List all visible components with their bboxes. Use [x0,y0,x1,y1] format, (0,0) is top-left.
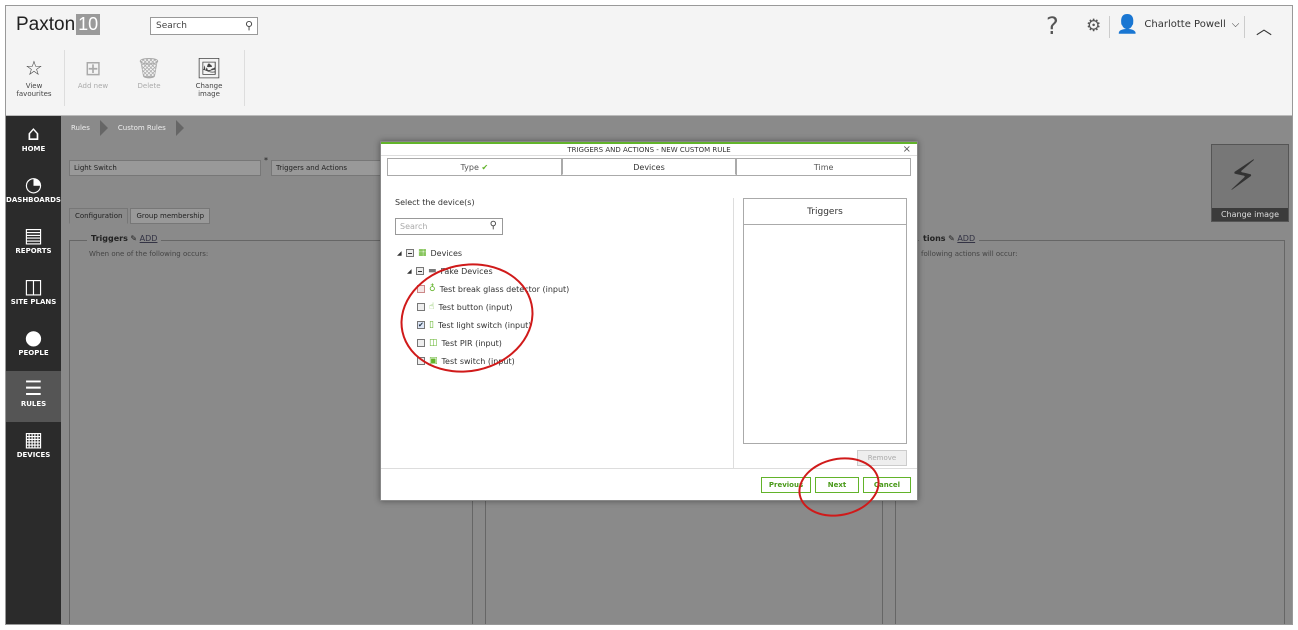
sidebar: ⌂ HOME ◔ DASHBOARDS ▤ REPORTS ◫ SITE PLANS ●… [6,116,61,624]
wizard-tabs: Type ✔ Devices Time [387,158,912,176]
tab-configuration[interactable]: Configuration [69,208,129,224]
delete-button[interactable]: 🗑 Delete [124,56,174,90]
tab-devices[interactable]: Devices [561,158,737,175]
tab-group-membership[interactable]: Group membership [130,208,211,224]
breadcrumb-custom-rules[interactable]: Custom Rules [108,124,176,132]
devices-icon: ▦ [24,427,43,451]
home-icon: ⌂ [27,121,40,145]
breadcrumb-arrow [175,120,184,136]
breadcrumb-arrow [99,120,108,136]
tree-node-devices[interactable]: ◢ ▦ Devices [397,244,569,262]
expand-triangle-icon[interactable]: ◢ [397,250,406,257]
add-grid-icon: ⊞ [84,56,102,80]
search-icon: ⚲ [489,220,497,231]
triggers-list-header: Triggers [744,199,906,225]
sidebar-item-rules[interactable]: ☰ RULES [6,371,61,422]
trash-icon: 🗑 [136,56,162,80]
rule-name-input[interactable]: Light Switch [69,160,261,176]
dialog-divider [733,198,734,468]
header-divider [1244,16,1245,38]
breadcrumb-rules[interactable]: Rules [61,124,100,132]
change-image-button[interactable]: 🖼 Change image [184,56,234,98]
settings-gears-icon[interactable]: ⚙ [1086,16,1101,36]
view-favourites-button[interactable]: ☆ View favourites [9,56,59,98]
collapse-chevron-up-icon[interactable]: ︿ [1256,15,1272,39]
report-icon: ▤ [24,223,43,247]
close-icon[interactable]: × [903,144,911,155]
gauge-icon: ◔ [24,172,43,196]
sidebar-item-home[interactable]: ⌂ HOME [6,116,61,167]
user-menu[interactable]: 👤 Charlotte Powell ⌵ [1116,14,1239,35]
user-name: Charlotte Powell [1144,19,1226,30]
toolbar: ☆ View favourites ⊞ Add new 🗑 Delete 🖼 C… [6,44,1292,116]
rule-image[interactable]: ⚡ Change image [1211,144,1289,222]
chevron-down-icon: ⌵ [1231,19,1240,30]
tab-type[interactable]: Type ✔ [387,158,562,175]
form-tabs: Configuration Group membership [69,208,212,224]
triggers-subtitle: When one of the following occurs: [89,250,209,258]
triggers-add-link[interactable]: ADD [140,234,158,243]
pencil-icon: ✎ [948,234,955,243]
checkmark-icon: ✔ [481,163,489,172]
toolbar-divider [244,50,245,106]
device-search-input[interactable]: Search ⚲ [395,218,503,235]
required-mark: * [264,156,268,165]
paxton-logo: Paxton 10 [16,14,101,35]
user-icon: 👤 [1116,14,1139,35]
sidebar-item-reports[interactable]: ▤ REPORTS [6,218,61,269]
search-icon: ⚲ [244,19,253,32]
help-icon[interactable]: ? [1046,12,1059,40]
image-icon: 🖼 [196,56,222,80]
pencil-icon: ✎ [130,234,138,243]
tree-checkbox[interactable] [406,249,414,257]
header-divider [1109,16,1110,38]
actions-subtitle: following actions will occur: [921,250,1018,258]
global-search-input[interactable]: Search ⚲ [150,17,258,35]
sidebar-item-site-plans[interactable]: ◫ SITE PLANS [6,269,61,320]
add-new-button[interactable]: ⊞ Add new [68,56,118,90]
triggers-title: Triggers ✎ ADD [87,234,162,243]
rules-icon: ☰ [24,376,43,400]
expand-triangle-icon[interactable]: ◢ [407,268,416,275]
map-icon: ◫ [24,274,43,298]
toolbar-divider [64,50,65,106]
person-icon: ● [24,325,43,349]
dialog-header: TRIGGERS AND ACTIONS - NEW CUSTOM RULE × [381,142,917,156]
change-image-label: Change image [1212,208,1288,221]
top-header: Paxton 10 Search ⚲ ? ⚙ 👤 Charlotte Powell … [6,6,1292,44]
devices-icon: ▦ [418,248,427,258]
actions-panel [895,240,1285,624]
lightning-bolt-icon: ⚡ [1228,151,1258,200]
dialog-title: TRIGGERS AND ACTIONS - NEW CUSTOM RULE [567,146,731,154]
tree-checkbox[interactable] [416,267,424,275]
actions-add-link[interactable]: ADD [957,234,975,243]
tab-time[interactable]: Time [736,158,912,175]
actions-title: tions ✎ ADD [919,234,980,243]
sidebar-item-people[interactable]: ● PEOPLE [6,320,61,371]
sidebar-item-dashboards[interactable]: ◔ DASHBOARDS [6,167,61,218]
select-devices-label: Select the device(s) [395,198,475,207]
star-icon: ☆ [25,56,43,80]
sidebar-item-devices[interactable]: ▦ DEVICES [6,422,61,473]
selected-triggers-list[interactable]: Triggers [743,198,907,444]
breadcrumb: Rules Custom Rules [61,120,184,136]
rule-type-select[interactable]: Triggers and Actions [271,160,381,176]
app-window: Paxton 10 Search ⚲ ? ⚙ 👤 Charlotte Powell … [5,5,1293,625]
